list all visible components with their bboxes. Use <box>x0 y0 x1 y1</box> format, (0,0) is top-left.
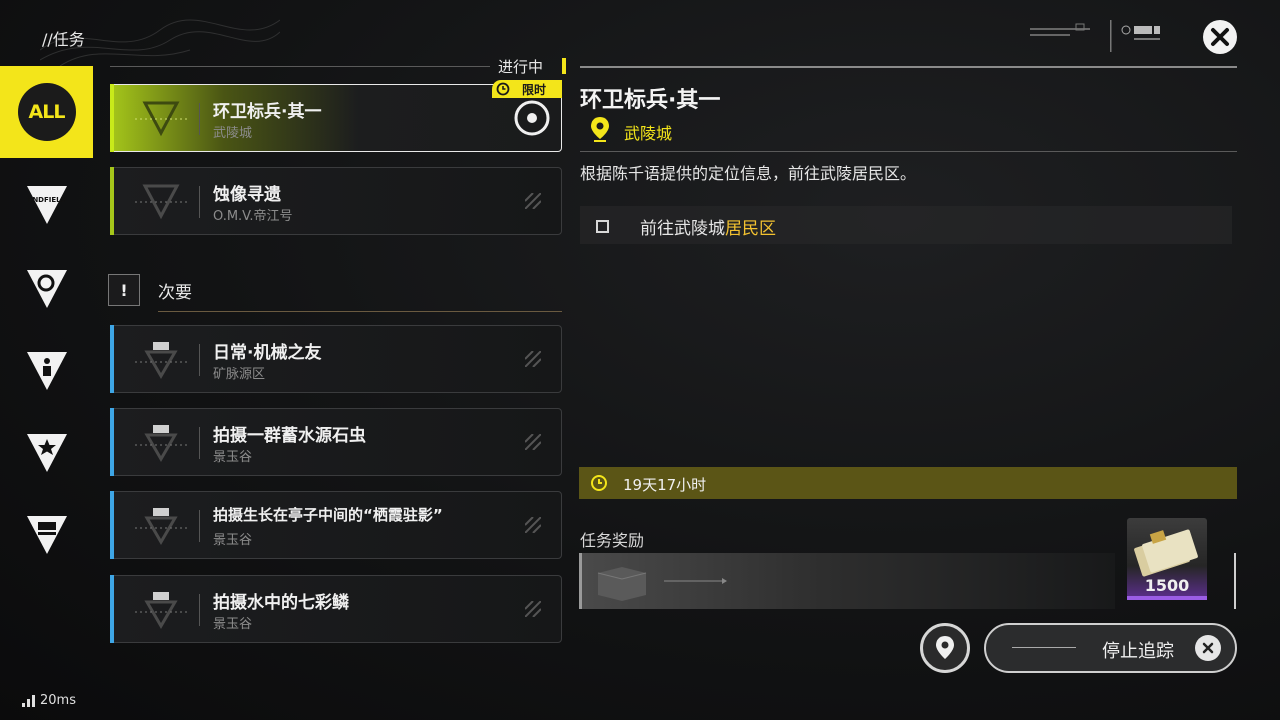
close-icon <box>1202 642 1214 654</box>
task-accent <box>110 84 114 152</box>
task-title: 拍摄一群蓄水源石虫 <box>213 426 366 446</box>
task-accent <box>110 575 114 643</box>
close-button[interactable] <box>1203 20 1237 54</box>
endfield-icon: ENDFIELD <box>26 186 67 224</box>
stop-tracking-icon <box>1195 635 1221 661</box>
task-location: 武陵城 <box>213 126 253 141</box>
time-remaining: 19天17小时 <box>623 476 707 494</box>
location-pin-icon <box>591 117 609 142</box>
sidebar-item-category-2[interactable] <box>0 242 93 334</box>
reward-count: 1500 <box>1144 576 1190 595</box>
card-separator <box>199 594 200 626</box>
card-separator <box>199 186 200 218</box>
task-card-main-2[interactable]: 蚀像寻遗 O.M.V.帝江号 <box>110 167 562 235</box>
task-card-minor-3[interactable]: 拍摄生长在亭子中间的“栖霞驻影” 景玉谷 <box>110 491 562 559</box>
network-ping: 20ms <box>22 693 76 708</box>
daily-icon <box>26 516 67 554</box>
reward-crate-icon <box>597 567 727 601</box>
card-separator <box>199 103 200 135</box>
objective-checkbox-icon <box>596 220 609 233</box>
tracking-target-icon <box>514 100 550 136</box>
objective-prefix: 前往武陵城 <box>640 219 725 239</box>
task-accent <box>110 491 114 559</box>
task-accent <box>110 325 114 393</box>
detail-description: 根据陈千语提供的定位信息，前往武陵居民区。 <box>580 164 917 183</box>
list-divider <box>110 66 490 67</box>
card-separator <box>199 427 200 459</box>
reward-label: 任务奖励 <box>580 531 645 550</box>
sidebar-item-category-4[interactable] <box>0 406 93 498</box>
header-divider <box>580 66 1237 68</box>
limited-time-badge: 限时 <box>492 80 562 98</box>
in-progress-label: 进行中 <box>498 58 544 76</box>
character-icon <box>26 352 67 390</box>
minor-task-emblem-icon <box>135 425 187 462</box>
task-card-minor-2[interactable]: 拍摄一群蓄水源石虫 景玉谷 <box>110 408 562 476</box>
section-marker <box>562 58 566 74</box>
sidebar-item-category-5[interactable] <box>0 488 93 580</box>
task-title: 环卫标兵·其一 <box>213 102 322 122</box>
minor-section-icon: ! <box>108 274 140 306</box>
detail-title: 环卫标兵·其一 <box>580 88 721 113</box>
hatch-icon <box>525 601 541 617</box>
main-task-emblem-icon <box>135 184 187 220</box>
minor-task-emblem-icon <box>135 592 187 629</box>
sidebar-item-category-3[interactable] <box>0 324 93 416</box>
minor-section-label: 次要 <box>158 283 192 303</box>
rarity-stripe <box>1127 596 1207 600</box>
task-title: 日常·机械之友 <box>213 343 322 363</box>
close-icon <box>1211 28 1229 46</box>
hatch-icon <box>525 434 541 450</box>
ping-value: 20ms <box>40 693 76 708</box>
task-card-minor-4[interactable]: 拍摄水中的七彩鳞 景玉谷 <box>110 575 562 643</box>
svg-text:ENDFIELD: ENDFIELD <box>27 196 66 204</box>
main-task-emblem-icon <box>135 101 187 137</box>
sidebar-item-all[interactable]: ALL <box>0 66 93 158</box>
clock-icon <box>591 475 607 491</box>
detail-divider <box>580 151 1237 152</box>
hatch-icon <box>525 351 541 367</box>
reward-track <box>579 553 1115 609</box>
signal-icon <box>22 694 35 707</box>
objective-text: 前往武陵城居民区 <box>640 214 776 239</box>
minor-task-emblem-icon <box>135 508 187 545</box>
task-location: O.M.V.帝江号 <box>213 209 293 224</box>
task-card-minor-1[interactable]: 日常·机械之友 矿脉源区 <box>110 325 562 393</box>
hatch-icon <box>525 193 541 209</box>
all-label: ALL <box>17 83 76 141</box>
minor-section-divider <box>158 311 562 312</box>
task-title: 蚀像寻遗 <box>213 185 281 205</box>
limited-label: 限时 <box>522 82 547 97</box>
map-pin-icon <box>936 636 954 659</box>
stop-tracking-decoration <box>1012 647 1076 648</box>
minor-task-emblem-icon <box>135 342 187 379</box>
card-separator <box>199 344 200 376</box>
stop-tracking-label: 停止追踪 <box>1102 641 1174 662</box>
task-location: 景玉谷 <box>213 617 253 632</box>
task-title: 拍摄水中的七彩鳞 <box>213 593 349 613</box>
task-accent <box>110 408 114 476</box>
faction-icon <box>26 270 67 308</box>
objective-highlight: 居民区 <box>725 219 776 239</box>
task-location: 景玉谷 <box>213 533 253 548</box>
card-separator <box>199 510 200 542</box>
star-icon <box>26 434 67 472</box>
detail-location: 武陵城 <box>624 124 673 143</box>
currency-bills-icon <box>1134 529 1198 577</box>
sidebar-item-endfield[interactable]: ENDFIELD <box>0 158 93 250</box>
task-location: 景玉谷 <box>213 450 253 465</box>
task-title: 拍摄生长在亭子中间的“栖霞驻影” <box>213 506 443 524</box>
map-location-button[interactable] <box>920 623 970 673</box>
reward-end-divider <box>1234 553 1236 609</box>
task-accent <box>110 167 114 235</box>
hatch-icon <box>525 517 541 533</box>
task-location: 矿脉源区 <box>213 367 266 382</box>
category-sidebar: ALL ENDFIELD <box>0 66 93 626</box>
clock-icon <box>496 82 510 96</box>
hud-decoration <box>1030 20 1160 52</box>
page-breadcrumb: //任务 <box>42 30 85 49</box>
